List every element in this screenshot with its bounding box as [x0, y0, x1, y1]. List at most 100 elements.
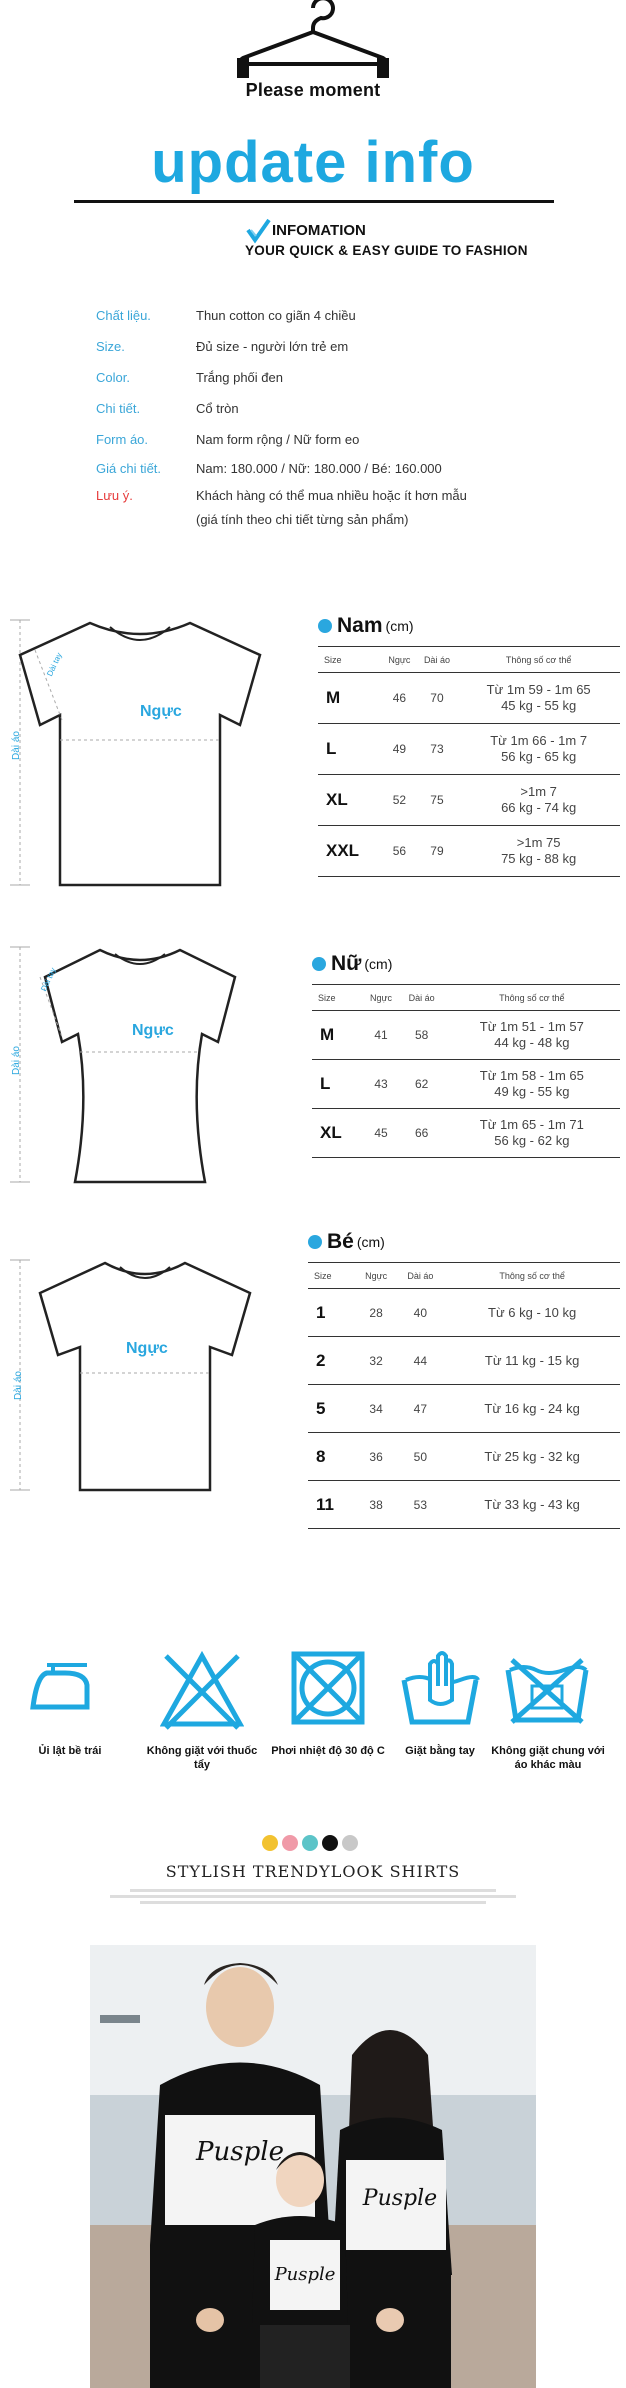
unit-label: (cm): [356, 1234, 385, 1250]
spec-value: Trắng phối đen: [196, 370, 283, 385]
col-length: Dài áo: [416, 646, 458, 673]
table-row: XXL 56 79 >1m 75 75 kg - 88 kg: [318, 825, 620, 877]
care-label: Giặt bằng tay: [405, 1745, 475, 1757]
table-cell: Từ 25 kg - 32 kg: [444, 1432, 620, 1481]
color-swatch[interactable]: [282, 1835, 298, 1851]
spec-row: Chất liệu. Thun cotton co giãn 4 chiều: [96, 300, 596, 331]
stylish-heading: STYLISH TRENDYLOOK SHIRTS: [165, 1862, 461, 1881]
unit-label: (cm): [364, 956, 393, 972]
color-swatch[interactable]: [322, 1835, 338, 1851]
table-cell: Từ 16 kg - 24 kg: [444, 1384, 620, 1433]
care-label: Phơi nhiệt độ 30 độ C: [271, 1745, 385, 1757]
shirt-print: Pusple: [195, 2137, 284, 2167]
color-swatch[interactable]: [302, 1835, 318, 1851]
table-cell: Từ 11 kg - 15 kg: [444, 1336, 620, 1385]
table-cell: 41: [362, 1010, 400, 1060]
table-cell: 36: [355, 1432, 397, 1481]
table-cell: 45: [362, 1108, 400, 1158]
table-row: 5 34 47 Từ 16 kg - 24 kg: [308, 1384, 620, 1433]
spec-row: Size. Đủ size - người lớn trẻ em: [96, 331, 596, 362]
men-size-table: Nam (cm) Size Ngực Dài áo Thông số cơ thể M4…: [318, 614, 620, 877]
col-body: Thông số cơ thể: [457, 646, 620, 673]
spec-row: Chi tiết. Cổ tròn: [96, 393, 596, 424]
table-cell: 5: [308, 1384, 356, 1433]
table-row: M 41 58 Từ 1m 51 - 1m 57 44 kg - 48 kg: [312, 1010, 620, 1060]
info-subtitle: YOUR QUICK & EASY GUIDE TO FASHION: [245, 243, 528, 258]
table-cell: Từ 33 kg - 43 kg: [444, 1480, 620, 1529]
col-size: Size: [312, 984, 363, 1011]
kid-size-table: Bé (cm) Size Ngực Dài áo Thông số cơ thể 1 28…: [308, 1230, 620, 1529]
spec-row: (giá tính theo chi tiết từng sản phẩm): [96, 509, 596, 529]
color-swatch[interactable]: [342, 1835, 358, 1851]
hand-wash-icon: [401, 1651, 480, 1725]
table-cell: 46: [382, 672, 417, 724]
women-title: Nữ: [331, 952, 362, 975]
update-info-title: update info: [151, 130, 475, 195]
iron-icon: [30, 1663, 90, 1710]
table-cell: 62: [399, 1059, 444, 1109]
table-cell: 1: [308, 1288, 356, 1337]
body-spec-line: >1m 7: [520, 784, 557, 799]
table-cell: Từ 1m 58 - 1m 65 49 kg - 55 kg: [443, 1059, 620, 1109]
table-cell: XL: [318, 774, 383, 826]
spec-value: Khách hàng có thể mua nhiều hoặc ít hơn …: [196, 487, 467, 503]
women-size-title: Nữ (cm): [312, 952, 620, 976]
spec-key: Size.: [96, 339, 125, 354]
no-mix-wash-icon: [505, 1658, 589, 1724]
table-cell: Từ 1m 66 - 1m 7 56 kg - 65 kg: [457, 723, 620, 775]
body-spec-line: Từ 1m 51 - 1m 57: [479, 1019, 584, 1034]
care-label: Không giặt chung với áo khác màu: [491, 1745, 605, 1771]
men-title: Nam: [337, 614, 383, 637]
table-cell: 47: [396, 1384, 445, 1433]
table-cell: Từ 1m 59 - 1m 65 45 kg - 55 kg: [457, 672, 620, 724]
table-cell: M: [318, 672, 383, 724]
table-cell: 75: [416, 774, 458, 826]
table-cell: 28: [355, 1288, 397, 1337]
table-row: 8 36 50 Từ 25 kg - 32 kg: [308, 1432, 620, 1481]
col-chest: Ngực: [355, 1262, 397, 1289]
bullet-dot-icon: [308, 1235, 322, 1249]
table-row: XL 45 66 Từ 1m 65 - 1m 71 56 kg - 62 kg: [312, 1108, 620, 1158]
shirt-print: Pusple: [362, 2186, 437, 2211]
table-cell: L: [318, 723, 383, 775]
body-spec-line: 44 kg - 48 kg: [494, 1035, 570, 1050]
header-divider: [74, 200, 554, 203]
table-cell: 2: [308, 1336, 356, 1385]
product-spec-list: Chất liệu. Thun cotton co giãn 4 chiều Si…: [96, 300, 596, 529]
table-cell: 58: [399, 1010, 444, 1060]
table-cell: L: [312, 1059, 363, 1109]
body-spec-line: Từ 1m 58 - 1m 65: [479, 1068, 584, 1083]
women-size-table: Nữ (cm) Size Ngực Dài áo Thông số cơ thể M 41…: [312, 952, 620, 1158]
spec-value: Đủ size - người lớn trẻ em: [196, 339, 349, 354]
hanger-icon: [237, 0, 389, 78]
table-row: L 43 62 Từ 1m 58 - 1m 65 49 kg - 55 kg: [312, 1059, 620, 1109]
care-label: Ủi lật bề trái: [38, 1745, 102, 1757]
body-spec-line: 56 kg - 65 kg: [501, 749, 577, 764]
table-cell: 52: [382, 774, 417, 826]
table-cell: 34: [355, 1384, 397, 1433]
spec-row: Form áo. Nam form rộng / Nữ form eo: [96, 424, 596, 455]
body-spec-line: Từ 1m 66 - 1m 7: [490, 733, 588, 748]
body-spec-line: Từ 1m 65 - 1m 71: [479, 1117, 584, 1132]
table-cell: 53: [396, 1480, 445, 1529]
chest-label: Ngực: [132, 1022, 174, 1039]
men-size-title: Nam (cm): [318, 614, 620, 638]
table-cell: >1m 75 75 kg - 88 kg: [457, 825, 620, 877]
table-cell: 11: [308, 1480, 356, 1529]
color-swatches: [262, 1835, 358, 1851]
table-cell: 66: [399, 1108, 444, 1158]
chest-label: Ngực: [140, 703, 182, 720]
table-cell: 70: [416, 672, 458, 724]
no-bleach-icon: [160, 1650, 244, 1730]
spec-row: Lưu ý. Khách hàng có thể mua nhiều hoặc í…: [96, 481, 596, 509]
body-spec-line: 56 kg - 62 kg: [494, 1133, 570, 1148]
table-cell: M: [312, 1010, 363, 1060]
col-size: Size: [318, 646, 383, 673]
spec-key: Color.: [96, 370, 130, 385]
color-swatch[interactable]: [262, 1835, 278, 1851]
length-label: Dài áo: [10, 1046, 22, 1075]
body-spec-line: Từ 1m 59 - 1m 65: [486, 682, 591, 697]
table-cell: 79: [416, 825, 458, 877]
col-chest: Ngực: [382, 646, 417, 673]
bullet-dot-icon: [312, 957, 326, 971]
